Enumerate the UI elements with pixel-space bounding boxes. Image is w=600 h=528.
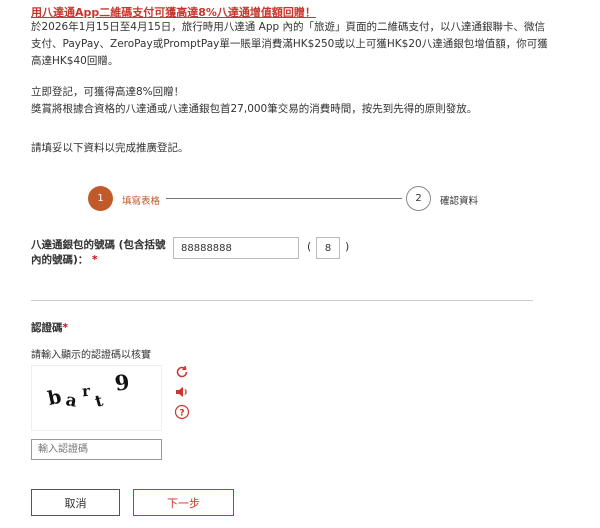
step-1-circle: 1 (88, 186, 113, 211)
step-1-label: 填寫表格 (122, 196, 161, 207)
next-button[interactable]: 下一步 (133, 489, 234, 516)
section-divider (31, 300, 533, 301)
cancel-button[interactable]: 取消 (31, 489, 120, 516)
help-icon[interactable]: ? (174, 404, 190, 420)
captcha-title: 認證碼* (31, 320, 68, 335)
captcha-char: r (81, 382, 92, 401)
captcha-image: b a r t 9 (31, 365, 162, 431)
promo-body-line: 高達HK$40回贈。 (31, 55, 119, 67)
card-number-input[interactable] (173, 237, 299, 259)
card-number-label-text: 八達通銀包的號碼 (包含括號內的號碼)： (31, 239, 166, 266)
paren-close: ) (345, 240, 350, 253)
promo-title: 用八達通App二維碼支付可獲高達8%八達通增值額回贈！ (31, 6, 316, 19)
captcha-title-text: 認證碼 (31, 322, 63, 334)
required-mark: * (91, 254, 98, 266)
register-line-1: 立即登記，可獲得高達8%回贈！ (31, 86, 185, 98)
step-connector-line (166, 198, 402, 199)
speaker-icon[interactable] (174, 384, 190, 400)
register-text: 立即登記，可獲得高達8%回贈！ 獎賞將根據合資格的八達通或八達通銀包首27,00… (31, 84, 571, 118)
step-2-label: 確認資料 (440, 196, 479, 207)
check-digit-input[interactable] (316, 237, 340, 259)
promo-body: 於2026年1月15日至4月15日，旅行時用八達通 App 內的「旅遊」頁面的二… (31, 19, 551, 70)
captcha-char: a (64, 390, 78, 412)
required-mark: * (62, 322, 69, 334)
captcha-image-svg: b a r t 9 (46, 369, 131, 412)
captcha-char: 9 (113, 369, 131, 396)
captcha-input[interactable] (31, 439, 162, 460)
card-number-label: 八達通銀包的號碼 (包含括號內的號碼)： * (31, 238, 167, 268)
refresh-icon[interactable] (174, 364, 190, 380)
captcha-controls: ? (174, 364, 190, 424)
promo-body-line: 於2026年1月15日至4月15日，旅行時用八達通 App 內的「旅遊」頁面的二… (31, 21, 545, 33)
paren-open: ( (307, 240, 312, 253)
captcha-char: t (93, 391, 106, 411)
svg-text:?: ? (179, 409, 184, 419)
captcha-hint: 請輸入顯示的認證碼以核實 (31, 350, 151, 361)
register-line-2: 獎賞將根據合資格的八達通或八達通銀包首27,000筆交易的消費時間，按先到先得的… (31, 103, 478, 115)
promo-body-line: 支付、PayPay、ZeroPay或PromptPay單一賬單消費滿HK$250… (31, 38, 548, 50)
step-2-circle: 2 (406, 186, 431, 211)
captcha-char: b (46, 386, 64, 410)
form-instruction: 請填妥以下資料以完成推廣登記。 (31, 142, 189, 154)
